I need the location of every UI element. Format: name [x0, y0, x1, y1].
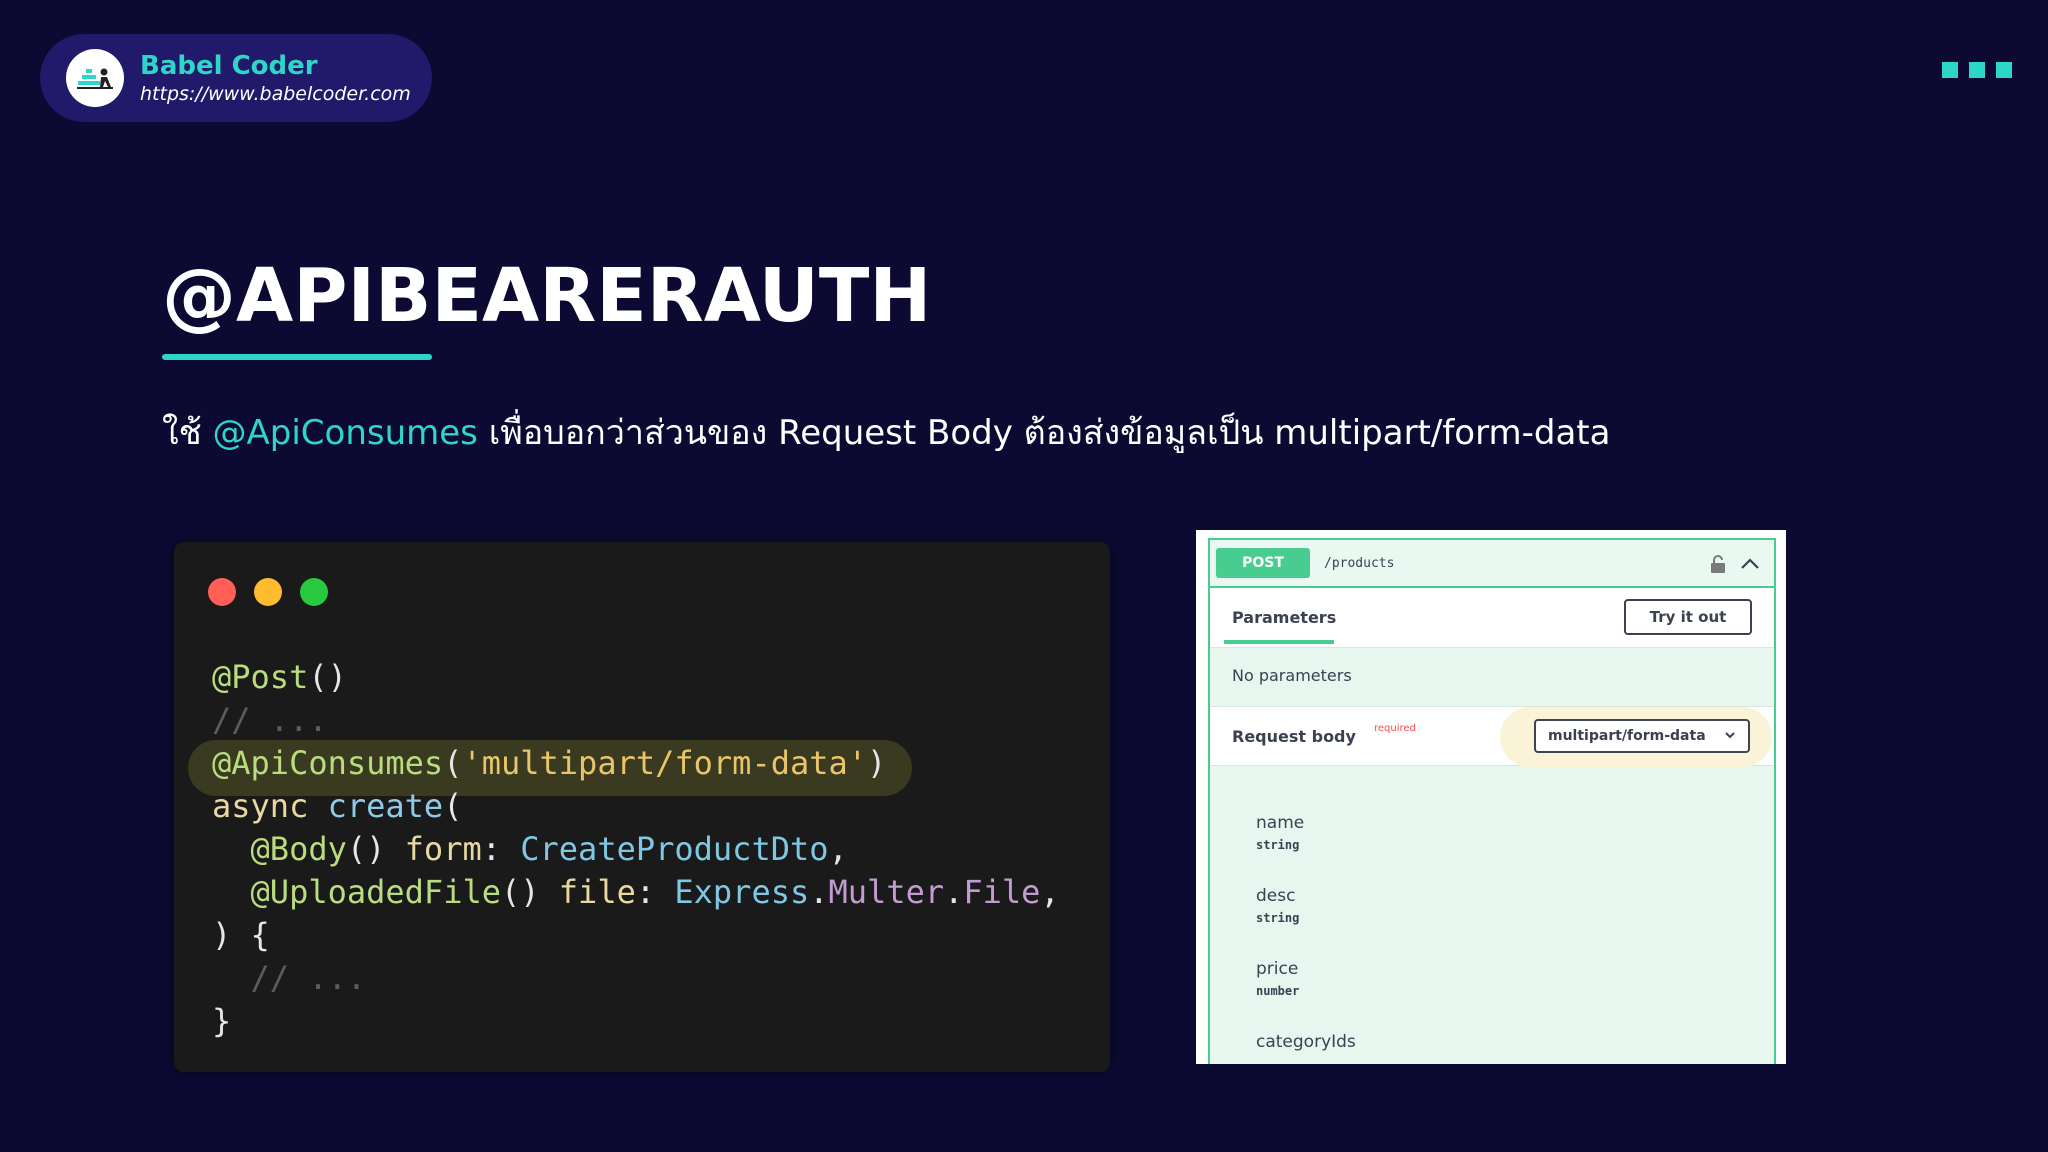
code-token: () — [346, 830, 405, 868]
code-token: File — [963, 873, 1041, 911]
code-token: file — [558, 873, 636, 911]
code-token: . — [944, 873, 964, 911]
code-token: ( — [443, 787, 463, 825]
schema-field: name string — [1256, 812, 1774, 885]
code-window: @Post()// ... @ApiConsumes('multipart/for… — [174, 542, 1110, 1072]
code-token: // ... — [212, 701, 328, 739]
code-token: @Post — [212, 658, 309, 696]
field-type: string — [1256, 911, 1300, 925]
code-token: () — [308, 658, 347, 696]
code-token: async — [212, 787, 309, 825]
schema-field: price number — [1256, 958, 1774, 1031]
code-token: , — [828, 830, 848, 868]
code-line: ) { — [212, 914, 1060, 957]
operation-path: /products — [1324, 555, 1395, 571]
code-token: Express — [674, 873, 810, 911]
code-line: @ApiConsumes('multipart/form-data') — [212, 742, 1060, 785]
field-name: desc — [1256, 886, 1296, 906]
method-badge: POST — [1216, 548, 1310, 578]
subtitle-accent: @ApiConsumes — [212, 413, 478, 453]
chevron-down-icon — [1725, 732, 1735, 739]
no-parameters-text: No parameters — [1232, 666, 1352, 685]
code-token: Multer — [828, 873, 945, 911]
content-type-value: multipart/form-data — [1548, 728, 1706, 744]
close-dot-icon — [208, 578, 236, 606]
operation-summary[interactable]: POST /products — [1210, 540, 1774, 588]
code-line: @Post() — [212, 656, 1060, 699]
required-label: required — [1374, 723, 1416, 734]
code-line: async create( — [212, 785, 1060, 828]
try-it-out-button[interactable]: Try it out — [1624, 599, 1752, 635]
schema-fields: name string desc string price number categoryI… — [1210, 766, 1774, 1064]
page-title: @APIBEARERAUTH — [162, 253, 932, 339]
content-type-select[interactable]: multipart/form-data — [1534, 719, 1750, 753]
code-token: 'multipart/form-data' — [462, 744, 868, 782]
field-name: price — [1256, 959, 1299, 979]
babel-coder-logo-icon — [66, 49, 124, 107]
minimize-dot-icon — [254, 578, 282, 606]
field-name: categoryIds — [1256, 1032, 1356, 1052]
code-token: @Body — [250, 830, 347, 868]
code-token: // ... — [212, 959, 367, 997]
code-token: @ApiConsumes — [212, 744, 444, 782]
tab-underline — [1224, 640, 1334, 644]
maximize-dot-icon — [300, 578, 328, 606]
code-token: @UploadedFile — [250, 873, 501, 911]
parameters-header: Parameters Try it out — [1210, 588, 1774, 648]
code-token: . — [809, 873, 829, 911]
field-type: number — [1256, 984, 1300, 998]
field-name: name — [1256, 813, 1305, 833]
code-token: create — [327, 787, 444, 825]
window-controls — [208, 578, 328, 606]
request-body-header: Request body required multipart/form-dat… — [1210, 706, 1774, 767]
chevron-up-icon[interactable] — [1740, 556, 1760, 570]
request-body-label: Request body — [1232, 727, 1356, 746]
field-type: string — [1256, 838, 1300, 852]
code-token: ) — [867, 744, 887, 782]
code-line: @Body() form: CreateProductDto, — [212, 828, 1060, 871]
code-line: } — [212, 1000, 1060, 1043]
code-line: // ... — [212, 957, 1060, 1000]
code-token: : — [481, 830, 521, 868]
code-token: () — [500, 873, 559, 911]
code-line: @UploadedFile() file: Express.Multer.Fil… — [212, 871, 1060, 914]
tab-parameters[interactable]: Parameters — [1232, 608, 1336, 627]
brand-badge[interactable]: Babel Coder https://www.babelcoder.com — [40, 34, 432, 122]
subtitle: ใช้ @ApiConsumes เพื่อบอกว่าส่วนของ Requ… — [162, 410, 1610, 456]
brand-text: Babel Coder https://www.babelcoder.com — [140, 50, 411, 106]
code-token: } — [212, 1002, 232, 1040]
code-token: CreateProductDto — [520, 830, 829, 868]
code-token: ( — [443, 744, 463, 782]
code-token: , — [1040, 873, 1060, 911]
title-underline — [162, 354, 432, 360]
code-token: form — [404, 830, 482, 868]
schema-field: categoryIds — [1256, 1031, 1774, 1064]
lock-icon[interactable] — [1710, 554, 1726, 574]
schema-field: desc string — [1256, 885, 1774, 958]
brand-name: Babel Coder — [140, 51, 318, 81]
operation-block: POST /products Parameters Try it out No … — [1208, 538, 1776, 1064]
subtitle-suffix: เพื่อบอกว่าส่วนของ Request Body ต้องส่งข… — [477, 413, 1611, 453]
swagger-panel: POST /products Parameters Try it out No … — [1196, 530, 1786, 1064]
subtitle-prefix: ใช้ — [162, 413, 213, 453]
code-line: // ... — [212, 699, 1060, 742]
code-token: : — [635, 873, 675, 911]
code-token: ) { — [212, 916, 270, 954]
code-block: @Post()// ... @ApiConsumes('multipart/for… — [212, 656, 1060, 1043]
brand-url[interactable]: https://www.babelcoder.com — [140, 82, 411, 106]
menu-dots-icon — [1942, 62, 2012, 78]
